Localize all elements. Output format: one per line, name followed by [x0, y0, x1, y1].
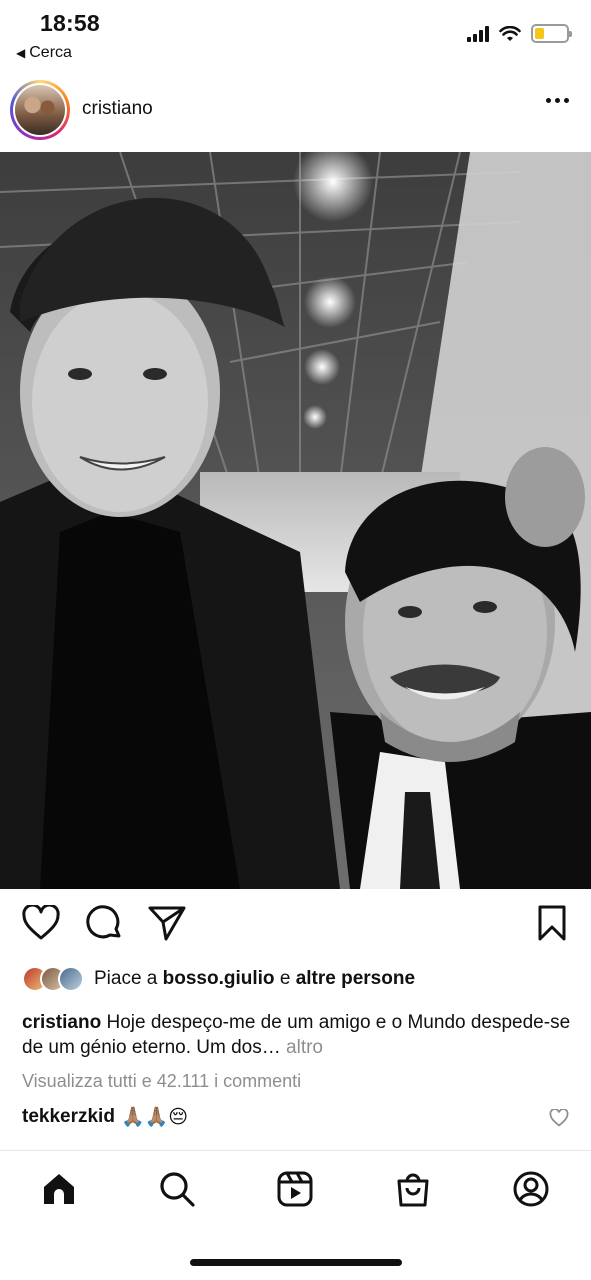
comment-emoji: 🙏🏽🙏🏽😔 [120, 1107, 189, 1128]
post-username[interactable]: cristiano [82, 98, 153, 120]
liker-avatars [22, 966, 84, 992]
post-caption: cristiano Hoje despeço-me de um amigo e … [22, 1010, 572, 1060]
post-actions [0, 903, 591, 951]
cellular-signal-icon [467, 25, 489, 42]
search-icon[interactable] [157, 1169, 197, 1209]
profile-icon[interactable] [511, 1169, 551, 1209]
likes-user[interactable]: bosso.giulio [163, 968, 275, 990]
likes-row[interactable]: Piace a bosso.giulio e altre persone [22, 966, 415, 992]
bookmark-icon[interactable] [537, 905, 567, 946]
home-icon[interactable] [39, 1169, 79, 1209]
tab-bar [0, 1150, 591, 1230]
send-icon[interactable] [148, 905, 186, 946]
shop-icon[interactable] [393, 1169, 433, 1209]
status-bar: 18:58 ◀ Cerca [0, 0, 591, 68]
back-label: Cerca [29, 44, 72, 61]
home-indicator[interactable] [190, 1259, 402, 1266]
status-time: 18:58 [40, 10, 100, 36]
avatar[interactable] [10, 80, 70, 140]
comment-like-heart-icon[interactable] [549, 1108, 569, 1132]
comment-username[interactable]: tekkerzkid [22, 1106, 115, 1128]
comment-icon[interactable] [86, 905, 122, 946]
caption-more-link[interactable]: altro [286, 1037, 323, 1058]
post-header: cristiano [0, 72, 591, 148]
battery-icon [531, 24, 572, 43]
photo-illustration [0, 152, 591, 889]
reels-icon[interactable] [275, 1169, 315, 1209]
caption-username[interactable]: cristiano [22, 1012, 101, 1033]
likes-others[interactable]: altre persone [296, 968, 415, 990]
back-arrow-icon: ◀ [16, 46, 26, 60]
system-icons [467, 24, 572, 43]
heart-icon[interactable] [22, 903, 60, 946]
likes-connector: e [279, 968, 291, 989]
more-options-icon[interactable] [546, 98, 569, 103]
likes-prefix: Piace a [94, 968, 158, 989]
view-all-comments-link[interactable]: Visualizza tutti e 42.111 i commenti [22, 1071, 301, 1092]
back-button[interactable]: ◀ Cerca [16, 44, 72, 62]
comment-item: tekkerzkid 🙏🏽🙏🏽😔 [22, 1105, 188, 1129]
wifi-icon [499, 25, 521, 41]
post-photo[interactable] [0, 152, 591, 889]
